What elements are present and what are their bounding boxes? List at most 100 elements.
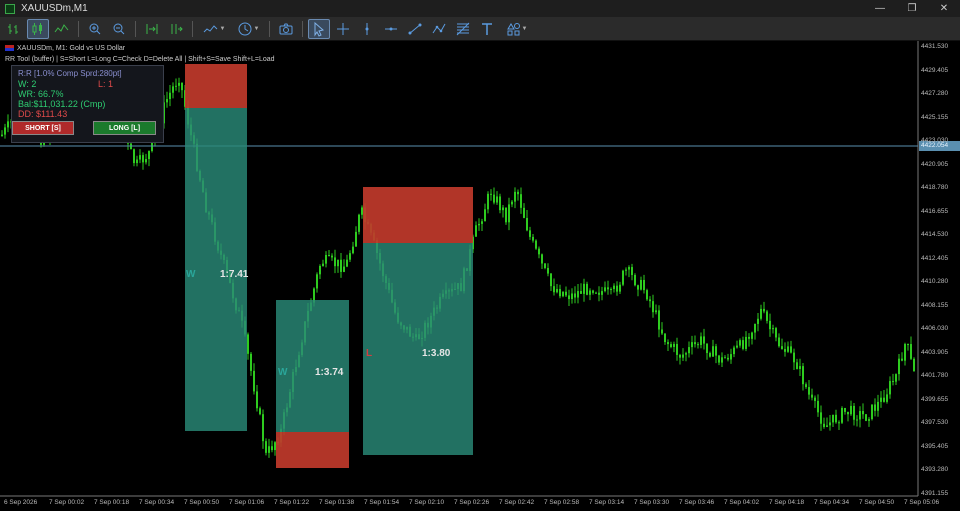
candlestick-chart-button[interactable] [27, 18, 49, 39]
price-tick-label: 4423.030 [921, 137, 949, 144]
text-tool-icon [482, 22, 492, 35]
price-tick-label: 4418.780 [921, 184, 949, 191]
auto-scroll-button[interactable] [165, 19, 187, 39]
candle-body [766, 311, 768, 321]
candle-body [796, 362, 798, 369]
trade1-stoploss-zone[interactable] [185, 64, 247, 108]
candle-body [835, 414, 837, 423]
price-tick-label: 4408.155 [921, 301, 949, 309]
timeframe-clock-button[interactable]: ▼ [232, 19, 264, 39]
horizontal-line-button[interactable] [380, 19, 402, 39]
time-tick-label: 7 Sep 02:10 [409, 499, 445, 506]
zoom-in-button[interactable] [84, 19, 106, 39]
price-chart[interactable]: W 1:7.41 W 1:3.74 L 1:3.80 XAUUSDm, M1: … [0, 41, 960, 511]
vertical-line-button[interactable] [356, 19, 378, 39]
crosshair-button[interactable] [332, 19, 354, 39]
bar-chart-button[interactable] [3, 19, 25, 39]
hotkeys-help: RR Tool (buffer) | S=Short L=Long C=Chec… [5, 56, 275, 63]
candle-body [739, 340, 741, 346]
trade2-takeprofit-zone[interactable] [276, 300, 349, 432]
candle-body [853, 405, 855, 420]
candle-body [544, 263, 546, 268]
candle-body [139, 155, 141, 160]
candle-body [700, 336, 702, 345]
candle-body [646, 290, 648, 300]
candle-body [487, 193, 489, 210]
candle-body [556, 289, 558, 293]
long-button[interactable]: LONG [L] [93, 121, 156, 135]
candle-body [745, 336, 747, 349]
candle-body [532, 236, 534, 241]
candle-body [568, 295, 570, 300]
candle-body [847, 411, 849, 415]
chart-shift-button[interactable] [141, 19, 163, 39]
candle-body [574, 293, 576, 298]
price-tick-label: 4410.280 [921, 278, 949, 285]
cursor-arrow-button[interactable] [308, 18, 330, 39]
candle-body [577, 291, 579, 298]
candle-body [268, 446, 270, 453]
candle-body [148, 151, 150, 160]
candle-body [667, 342, 669, 345]
candle-body [481, 221, 483, 224]
price-tick-label: 4399.655 [921, 395, 949, 403]
text-tool-button[interactable] [476, 19, 498, 39]
candle-body [622, 270, 624, 285]
candle-body [841, 407, 843, 423]
rr-tool-panel: R:R [1.0% Comp Sprd:280pt] W: 2 L: 1 WR:… [11, 65, 164, 143]
candle-body [340, 259, 342, 272]
trade2-rr-ratio: 1:3.74 [315, 367, 344, 378]
candle-body [703, 336, 705, 344]
minimize-button[interactable]: — [864, 0, 896, 17]
candle-body [595, 292, 597, 294]
price-tick-label: 4395.405 [921, 442, 949, 450]
price-tick-label: 4393.280 [921, 466, 949, 473]
time-tick-label: 7 Sep 03:46 [679, 499, 715, 506]
price-tick-label: 4391.155 [921, 489, 949, 497]
candle-body [538, 248, 540, 255]
candle-body [670, 344, 672, 347]
time-tick-label: 7 Sep 03:30 [634, 499, 670, 506]
candle-body [781, 346, 783, 350]
shapes-button[interactable]: ▼ [500, 19, 532, 39]
dropdown-arrow-icon: ▼ [253, 25, 260, 32]
candle-body [826, 425, 828, 427]
fibonacci-button[interactable] [452, 19, 474, 39]
candle-body [817, 400, 819, 413]
candle-body [706, 343, 708, 354]
candle-body [541, 254, 543, 264]
pattern-tool-button[interactable] [428, 19, 450, 39]
zoom-out-button[interactable] [108, 19, 130, 39]
trade3-takeprofit-zone[interactable] [363, 243, 473, 455]
short-button[interactable]: SHORT [S] [12, 121, 74, 135]
candle-body [715, 346, 717, 356]
candle-body [643, 279, 645, 291]
candle-body [250, 353, 252, 371]
indicators-button[interactable]: ▼ [198, 19, 230, 39]
candle-body [316, 274, 318, 289]
symbol-flag-icon [5, 45, 14, 52]
candle-body [904, 344, 906, 361]
candle-body [820, 412, 822, 424]
candle-body [619, 284, 621, 292]
timeframe-clock-icon [238, 22, 252, 35]
time-tick-label: 7 Sep 00:34 [139, 499, 175, 506]
line-chart-button[interactable] [51, 19, 73, 39]
candlestick-chart-icon [32, 22, 42, 35]
candle-body [262, 414, 264, 442]
trade2-stoploss-zone[interactable] [276, 432, 349, 468]
candle-body [502, 207, 504, 211]
time-tick-label: 7 Sep 04:02 [724, 499, 760, 506]
candle-body [517, 191, 519, 195]
candle-body [790, 346, 792, 353]
candle-body [511, 201, 513, 205]
price-tick-label: 4406.030 [921, 325, 949, 332]
close-button[interactable]: ✕ [928, 0, 960, 17]
time-tick-label: 7 Sep 02:58 [544, 499, 580, 506]
restore-button[interactable]: ❐ [896, 0, 928, 17]
trend-line-button[interactable] [404, 19, 426, 39]
screenshot-camera-icon [279, 23, 293, 34]
price-tick-label: 4414.530 [921, 231, 949, 238]
screenshot-camera-button[interactable] [275, 19, 297, 39]
trade3-stoploss-zone[interactable] [363, 187, 473, 243]
